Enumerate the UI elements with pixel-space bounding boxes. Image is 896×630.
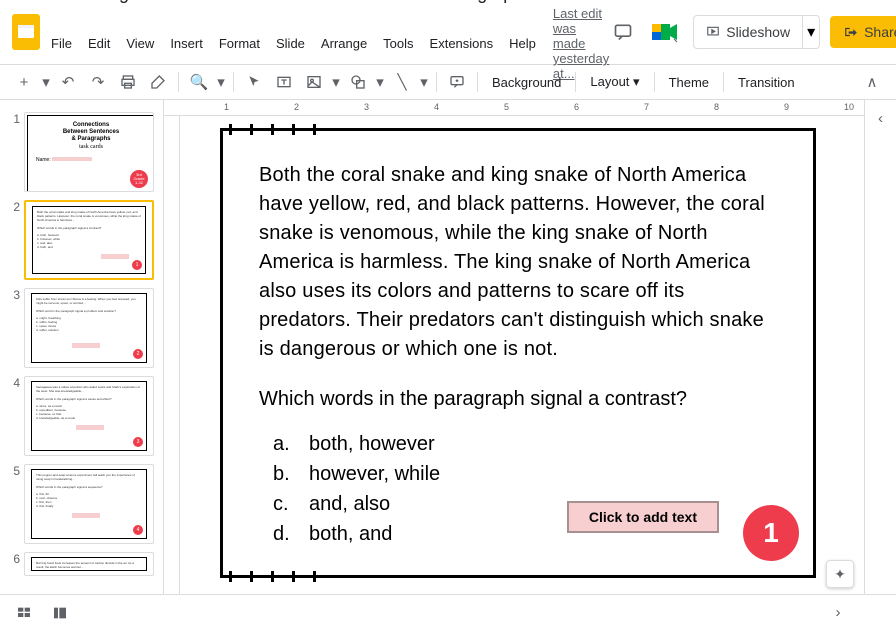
footer-bar: › xyxy=(0,594,896,630)
shape-tool[interactable] xyxy=(344,68,372,96)
share-button[interactable]: Share xyxy=(830,16,896,48)
zoom-dropdown[interactable]: ▾ xyxy=(215,68,227,96)
doc-title[interactable]: Describing Connections Between Sentences… xyxy=(44,0,534,4)
toolbar-collapse-icon[interactable]: ∧ xyxy=(858,68,886,96)
slides-logo[interactable] xyxy=(12,12,40,52)
thumb-num: 5 xyxy=(8,464,20,478)
line-tool[interactable]: ╲ xyxy=(388,68,416,96)
slideshow-label: Slideshow xyxy=(726,24,790,40)
select-tool[interactable] xyxy=(240,68,268,96)
menu-slide[interactable]: Slide xyxy=(269,34,312,53)
canvas-area: 1 2 3 4 5 6 7 8 9 10 Both the coral snak… xyxy=(164,100,864,594)
comments-icon[interactable] xyxy=(609,18,637,46)
thumb-num: 6 xyxy=(8,552,20,566)
right-sidebar: ‹ xyxy=(864,100,896,594)
menu-extensions[interactable]: Extensions xyxy=(423,34,501,53)
task-card: Both the coral snake and king snake of N… xyxy=(220,128,816,578)
slideshow-button[interactable]: Slideshow xyxy=(693,15,803,49)
comment-button[interactable] xyxy=(443,68,471,96)
slide-canvas[interactable]: Both the coral snake and king snake of N… xyxy=(188,124,840,582)
slide-thumb-4[interactable]: Sacagawea was a native american who aide… xyxy=(24,376,154,456)
meet-icon[interactable] xyxy=(647,14,683,50)
new-slide-button[interactable]: + xyxy=(10,68,38,96)
textbox-tool[interactable] xyxy=(270,68,298,96)
background-button[interactable]: Background xyxy=(484,71,569,94)
image-tool[interactable] xyxy=(300,68,328,96)
options-list[interactable]: a.both, however b.however, while c.and, … xyxy=(223,411,813,549)
paint-format-button[interactable] xyxy=(144,68,172,96)
slide-thumb-3[interactable]: Kids suffer from stress too! Stress is a… xyxy=(24,288,154,368)
main-area: 1 Connections Between Sentences & Paragr… xyxy=(0,100,896,594)
question-text[interactable]: Which words in the paragraph signal a co… xyxy=(223,364,813,411)
slide-thumb-5[interactable]: This pepper-and-soap science experiment … xyxy=(24,464,154,544)
explore-button[interactable]: ✦ xyxy=(826,560,854,588)
horizontal-ruler[interactable]: 1 2 3 4 5 6 7 8 9 10 xyxy=(164,100,864,116)
header-bar: Describing Connections Between Sentences… xyxy=(0,0,896,64)
toolbar: + ▾ ↶ ↷ 🔍 ▾ ▾ ▾ ╲ ▾ Background Layout ▾ … xyxy=(0,64,896,100)
new-slide-dropdown[interactable]: ▾ xyxy=(40,68,52,96)
menu-edit[interactable]: Edit xyxy=(81,34,117,53)
menu-arrange[interactable]: Arrange xyxy=(314,34,374,53)
chevron-right-icon[interactable]: › xyxy=(824,599,852,627)
filmstrip-view-button[interactable] xyxy=(46,599,74,627)
slide-thumb-1[interactable]: Connections Between Sentences & Paragrap… xyxy=(24,112,154,192)
undo-button[interactable]: ↶ xyxy=(54,68,82,96)
menu-help[interactable]: Help xyxy=(502,34,543,53)
star-icon[interactable]: ☆ xyxy=(542,0,556,4)
image-dropdown[interactable]: ▾ xyxy=(330,68,342,96)
redo-button[interactable]: ↷ xyxy=(84,68,112,96)
zoom-button[interactable]: 🔍 xyxy=(185,68,213,96)
cloud-icon[interactable] xyxy=(588,0,606,1)
menu-tools[interactable]: Tools xyxy=(376,34,420,53)
menu-view[interactable]: View xyxy=(119,34,161,53)
grade-badge: 3rdGrade1-32 xyxy=(130,170,148,188)
share-label: Share xyxy=(864,24,896,40)
theme-button[interactable]: Theme xyxy=(661,71,717,94)
shape-dropdown[interactable]: ▾ xyxy=(374,68,386,96)
layout-button[interactable]: Layout ▾ xyxy=(582,70,647,94)
menu-insert[interactable]: Insert xyxy=(163,34,210,53)
vertical-ruler[interactable] xyxy=(164,116,180,594)
slideshow-dropdown[interactable]: ▾ xyxy=(803,15,820,49)
print-button[interactable] xyxy=(114,68,142,96)
paragraph-text[interactable]: Both the coral snake and king snake of N… xyxy=(223,131,813,364)
menu-format[interactable]: Format xyxy=(212,34,267,53)
slide-thumb-6[interactable]: Burning fossil fuels increases the amoun… xyxy=(24,552,154,576)
thumb-num: 4 xyxy=(8,376,20,390)
thumb-num: 2 xyxy=(8,200,20,214)
grid-view-button[interactable] xyxy=(10,599,38,627)
thumb-num: 1 xyxy=(8,112,20,126)
slide-thumb-2[interactable]: Both the coral snake and king snake of N… xyxy=(24,200,154,280)
menu-file[interactable]: File xyxy=(44,34,79,53)
transition-button[interactable]: Transition xyxy=(730,71,803,94)
line-dropdown[interactable]: ▾ xyxy=(418,68,430,96)
answer-placeholder[interactable]: Click to add text xyxy=(567,501,719,533)
side-panel-toggle[interactable]: ‹ xyxy=(867,104,895,132)
header-right: Slideshow ▾ Share xyxy=(609,14,896,50)
thumb-num: 3 xyxy=(8,288,20,302)
filmstrip[interactable]: 1 Connections Between Sentences & Paragr… xyxy=(0,100,164,594)
move-icon[interactable] xyxy=(564,0,580,2)
card-number-badge: 1 xyxy=(743,505,799,561)
